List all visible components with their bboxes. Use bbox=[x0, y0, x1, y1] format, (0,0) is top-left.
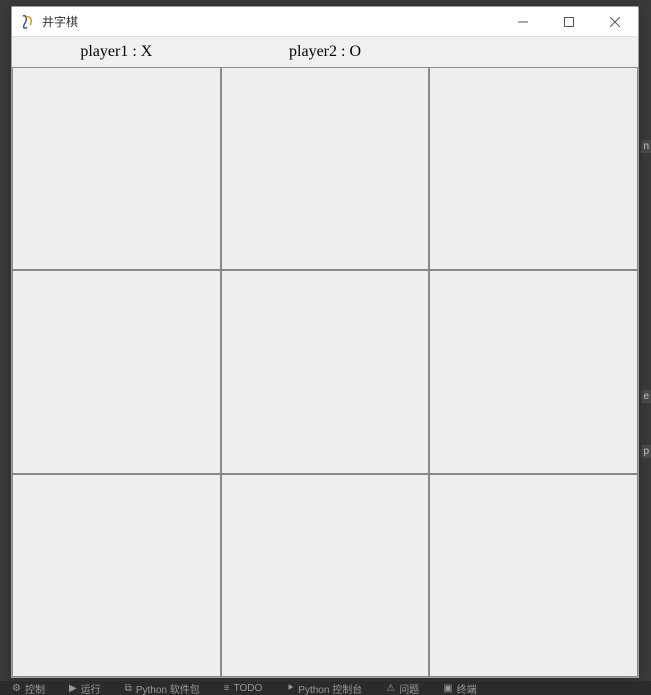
window-controls bbox=[500, 7, 638, 36]
cell-2-1[interactable] bbox=[221, 474, 430, 677]
player-header: player1 : X player2 : O bbox=[12, 37, 638, 67]
cell-0-1[interactable] bbox=[221, 67, 430, 270]
cell-0-0[interactable] bbox=[12, 67, 221, 270]
app-icon bbox=[20, 14, 36, 30]
bottom-item-terminal[interactable]: ▣ 终端 bbox=[443, 681, 476, 695]
cell-1-1[interactable] bbox=[221, 270, 430, 473]
game-board bbox=[12, 67, 638, 677]
cell-1-2[interactable] bbox=[429, 270, 638, 473]
settings-icon: ⚙ bbox=[12, 683, 21, 694]
bg-fragment-2: e bbox=[641, 390, 651, 403]
cell-1-0[interactable] bbox=[12, 270, 221, 473]
bottom-item-todo[interactable]: ≡ TODO bbox=[224, 683, 263, 694]
cell-2-0[interactable] bbox=[12, 474, 221, 677]
app-window: 井字棋 player1 : X player2 : O bbox=[11, 6, 639, 678]
bottom-item-console[interactable]: ⯈ Python 控制台 bbox=[286, 681, 362, 695]
ide-bottom-toolbar: ⚙ 控制 ▶ 运行 ⧉ Python 软件包 ≡ TODO ⯈ Python 控… bbox=[0, 681, 651, 695]
bg-fragment-1: n bbox=[641, 140, 651, 153]
warning-icon: ⚠ bbox=[386, 683, 395, 694]
titlebar[interactable]: 井字棋 bbox=[12, 7, 638, 37]
bottom-item-problems[interactable]: ⚠ 问题 bbox=[386, 681, 419, 695]
bottom-item-packages[interactable]: ⧉ Python 软件包 bbox=[125, 681, 200, 695]
list-icon: ≡ bbox=[224, 683, 230, 694]
bottom-item-control[interactable]: ⚙ 控制 bbox=[12, 681, 45, 695]
player2-label: player2 : O bbox=[221, 43, 430, 61]
cell-2-2[interactable] bbox=[429, 474, 638, 677]
maximize-button[interactable] bbox=[546, 7, 592, 36]
python-icon: ⯈ bbox=[286, 683, 294, 694]
bg-fragment-3: p bbox=[641, 445, 651, 458]
player1-label: player1 : X bbox=[12, 43, 221, 61]
play-icon: ▶ bbox=[69, 683, 77, 694]
package-icon: ⧉ bbox=[125, 683, 132, 694]
terminal-icon: ▣ bbox=[443, 683, 452, 694]
cell-0-2[interactable] bbox=[429, 67, 638, 270]
window-title: 井字棋 bbox=[42, 13, 500, 30]
bottom-item-run[interactable]: ▶ 运行 bbox=[69, 681, 101, 695]
close-button[interactable] bbox=[592, 7, 638, 36]
minimize-button[interactable] bbox=[500, 7, 546, 36]
